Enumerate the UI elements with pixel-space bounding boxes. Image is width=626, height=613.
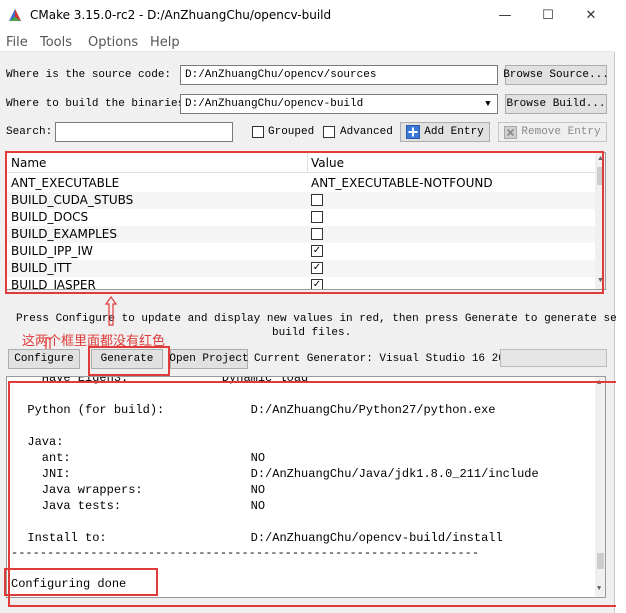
menu-file[interactable]: File	[6, 35, 28, 50]
advanced-label: Advanced	[340, 126, 393, 138]
add-entry-label: Add Entry	[424, 126, 484, 138]
annotation-box-configuring-done	[4, 568, 158, 596]
open-project-button[interactable]: Open Project	[169, 349, 249, 369]
hint-line-2: build files.	[272, 327, 352, 339]
maximize-button[interactable]: ☐	[527, 0, 569, 30]
background-page	[616, 0, 626, 613]
annotation-box-table	[5, 151, 604, 294]
source-label: Where is the source code:	[6, 69, 172, 81]
grouped-checkbox[interactable]	[252, 126, 264, 138]
browse-source-button[interactable]: Browse Source...	[503, 65, 609, 85]
remove-entry-button[interactable]: Remove Entry	[498, 122, 607, 142]
source-input[interactable]: D:/AnZhuangChu/opencv/sources	[180, 65, 498, 85]
cmake-triangle-icon	[9, 9, 21, 21]
menu-options[interactable]: Options	[88, 35, 138, 50]
annotation-arrow-up-icon	[104, 296, 118, 326]
window-title: CMake 3.15.0-rc2 - D:/AnZhuangChu/opencv…	[30, 8, 332, 22]
add-entry-button[interactable]: Add Entry	[400, 122, 490, 142]
remove-icon	[504, 125, 518, 139]
annotation-box-generate	[88, 346, 170, 376]
build-combobox[interactable]: D:/AnZhuangChu/opencv-build ▼	[180, 94, 498, 114]
menu-tools[interactable]: Tools	[40, 35, 72, 50]
build-label: Where to build the binaries:	[6, 98, 191, 110]
browse-build-button[interactable]: Browse Build...	[505, 94, 607, 114]
search-input[interactable]	[55, 122, 233, 142]
minimize-button[interactable]: —	[484, 0, 526, 30]
title-bar[interactable]: CMake 3.15.0-rc2 - D:/AnZhuangChu/opencv…	[0, 0, 615, 30]
grouped-label: Grouped	[268, 126, 315, 138]
plus-icon	[406, 125, 421, 139]
chevron-down-icon[interactable]: ▼	[481, 97, 495, 111]
search-label: Search:	[6, 126, 53, 138]
configure-button[interactable]: Configure	[8, 349, 80, 369]
close-button[interactable]: ✕	[570, 0, 612, 30]
progress-bar	[500, 349, 607, 367]
cmake-window: CMake 3.15.0-rc2 - D:/AnZhuangChu/opencv…	[0, 0, 626, 613]
build-value: D:/AnZhuangChu/opencv-build	[185, 98, 364, 110]
advanced-checkbox[interactable]	[323, 126, 335, 138]
current-generator: Current Generator: Visual Studio 16 2019	[254, 353, 519, 365]
remove-entry-label: Remove Entry	[521, 126, 601, 138]
menu-help[interactable]: Help	[150, 35, 180, 50]
menu-bar: File Tools Options Help	[0, 30, 615, 52]
